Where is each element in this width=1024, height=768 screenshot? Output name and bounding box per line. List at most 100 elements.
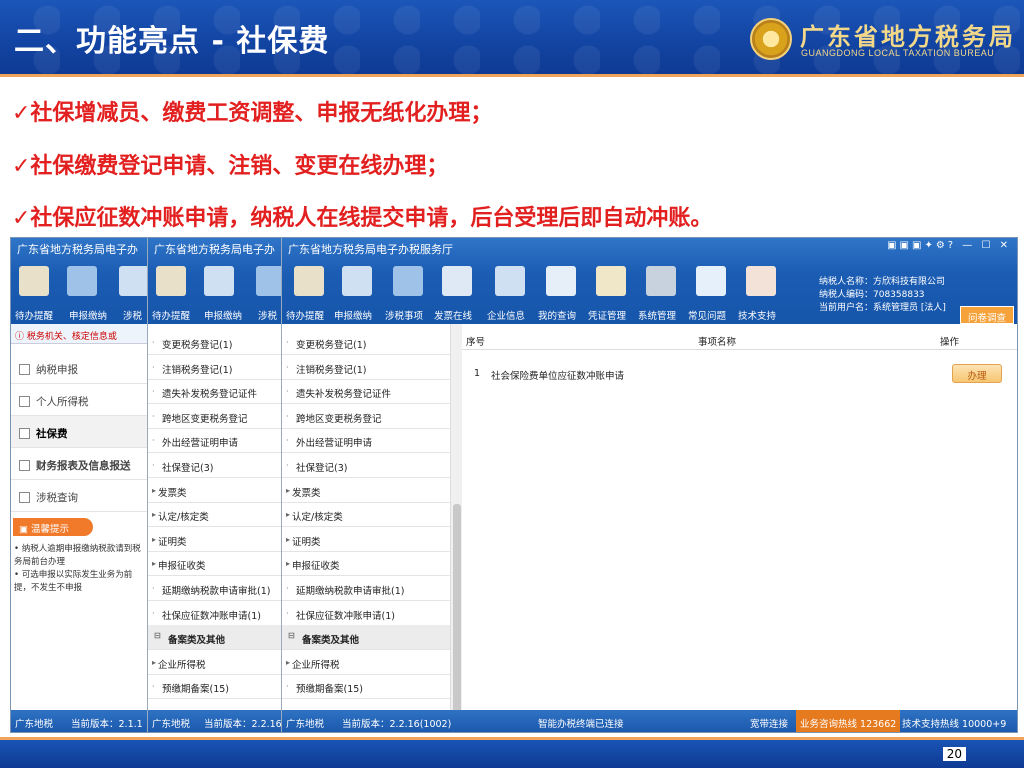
menu-item[interactable]: 申报征收类 ▸ (148, 551, 281, 577)
tool-invoice[interactable]: 发票在线 (434, 308, 472, 322)
statusbar-2: 广东地税 当前版本：2.2.16 (148, 710, 281, 732)
declare-icon[interactable] (204, 266, 234, 296)
menu-item-label: 社保登记(3) (296, 463, 348, 474)
table-header: 序号 事项名称 操作 (462, 330, 1017, 350)
menu-item[interactable]: 跨地区变更税务登记 · (148, 404, 281, 429)
menu-item[interactable]: 变更税务登记(1) · (282, 330, 450, 355)
taxpayer-code: 纳税人编码：708358833 (819, 290, 925, 300)
tip-1-text: 纳税人逾期申报缴纳税款请到税务局前台办理 (14, 544, 141, 567)
menu-item[interactable]: 注销税务登记(1) · (148, 355, 281, 380)
tool-tax-matter[interactable]: 涉税事项 (385, 308, 423, 322)
status-logo: 广东地税 (286, 719, 325, 730)
menu-item[interactable]: 遗失补发税务登记证件 · (282, 379, 450, 405)
table-row: 1 社会保险费单位应征数冲账申请 办理 (462, 362, 1017, 386)
tax-matter-icon[interactable] (256, 266, 281, 296)
page-number: 20 (942, 747, 966, 761)
todo-icon[interactable] (19, 266, 49, 296)
menu-item[interactable]: 预缴期备案(15) · (282, 674, 450, 700)
menu-item[interactable]: 备案类及其他 ⊟ (148, 625, 281, 651)
system-icon[interactable] (646, 266, 676, 296)
handle-button[interactable]: 办理 (952, 364, 1002, 383)
window-1: 广东省地方税务局电子办 待办提醒 申报缴纳 涉税 ⓘ 税务机关、核定信息或 纳税… (11, 238, 147, 732)
menu-item[interactable]: 外出经营证明申请 · (148, 428, 281, 454)
tool-my-query[interactable]: 我的查询 (538, 308, 576, 322)
todo-icon[interactable] (156, 266, 186, 296)
menu-item[interactable]: 遗失补发税务登记证件 · (148, 379, 281, 405)
tool-tax[interactable]: 涉税 (258, 308, 277, 322)
menu-item[interactable]: 社保登记(3) · (282, 453, 450, 478)
bullet-dot-icon: · (152, 461, 155, 470)
menu-item[interactable]: 社保应征数冲账申请(1) · (282, 601, 450, 626)
menu-item[interactable]: 认定/核定类 ▸ (282, 502, 450, 528)
tool-tax[interactable]: 涉税 (123, 308, 142, 322)
menu-item[interactable]: 备案类及其他 ⊟ (282, 625, 450, 651)
menu-item-label: 认定/核定类 (292, 512, 343, 524)
my-query-icon[interactable] (546, 266, 576, 296)
menu-item[interactable]: 社保应征数冲账申请(1) · (148, 601, 281, 626)
declare-icon[interactable] (67, 266, 97, 296)
bullet-dot-icon: · (286, 584, 289, 593)
collapse-icon: ⊟ (288, 631, 295, 641)
nav-personal-income[interactable]: 个人所得税 (11, 384, 147, 416)
tax-matter-icon[interactable] (119, 266, 147, 296)
menu-item-label: 企业所得税 (158, 659, 206, 671)
menu-item[interactable]: 发票类 ▸ (148, 478, 281, 503)
menu-item[interactable]: 认定/核定类 ▸ (148, 502, 281, 528)
bullet-dot-icon: · (286, 436, 289, 446)
declare-icon[interactable] (342, 266, 372, 296)
nav-tax-query[interactable]: 涉税查询 (11, 480, 147, 512)
menu-item[interactable]: 跨地区变更税务登记 · (282, 404, 450, 429)
menu-item[interactable]: 外出经营证明申请 · (282, 428, 450, 454)
tool-declare[interactable]: 申报缴纳 (334, 308, 372, 322)
nav-social-insurance[interactable]: 社保费 (11, 416, 147, 448)
tool-faq[interactable]: 常见问题 (688, 308, 726, 322)
taxpayer-info: 纳税人名称：方欣科技有限公司 纳税人编码：708358833 当前用户名：系统管… (819, 276, 946, 315)
menu-item[interactable]: 证明类 ▸ (282, 527, 450, 552)
menu-item[interactable]: 预缴期备案(15) · (148, 674, 281, 700)
menu-item-label: 遗失补发税务登记证件 (296, 389, 392, 401)
faq-icon[interactable] (696, 266, 726, 296)
menu-item-label: 发票类 (158, 487, 187, 499)
menu-item[interactable]: 社保登记(3) · (148, 453, 281, 478)
invoice-icon[interactable] (442, 266, 472, 296)
menu-item[interactable]: 变更税务登记(1) · (148, 330, 281, 355)
menu-item-label: 变更税务登记(1) (162, 340, 233, 351)
company-info-icon[interactable] (495, 266, 525, 296)
bullet-dot-icon: · (286, 411, 289, 421)
tool-declare[interactable]: 申报缴纳 (204, 308, 242, 322)
menu-item[interactable]: 注销税务登记(1) · (282, 355, 450, 380)
tool-voucher[interactable]: 凭证管理 (588, 308, 626, 322)
tool-todo[interactable]: 待办提醒 (15, 308, 53, 322)
menu-item[interactable]: 延期缴纳税款申请审批(1) · (282, 576, 450, 601)
tool-declare[interactable]: 申报缴纳 (69, 308, 107, 322)
menu-item[interactable]: 延期缴纳税款申请审批(1) · (148, 576, 281, 601)
tool-todo[interactable]: 待办提醒 (152, 308, 190, 322)
menu-item[interactable]: 证明类 ▸ (148, 527, 281, 552)
menu-item-label: 社保登记(3) (162, 463, 214, 474)
tool-todo[interactable]: 待办提醒 (286, 308, 324, 322)
menu-item[interactable]: 企业所得税 ▸ (148, 650, 281, 675)
tool-support[interactable]: 技术支持 (738, 308, 776, 322)
row-name: 社会保险费单位应征数冲账申请 (491, 371, 625, 382)
scroll-thumb[interactable] (453, 504, 461, 714)
menu-item[interactable]: 企业所得税 ▸ (282, 650, 450, 675)
menu-item[interactable]: 申报征收类 ▸ (282, 551, 450, 577)
window-1-title: 广东省地方税务局电子办 (17, 243, 138, 256)
menu-scrollbar[interactable] (450, 324, 462, 714)
support-icon[interactable] (746, 266, 776, 296)
tool-company-info[interactable]: 企业信息 (487, 308, 525, 322)
menu-item[interactable]: 发票类 ▸ (282, 478, 450, 503)
survey-button[interactable]: 问卷调查 (960, 306, 1014, 324)
todo-icon[interactable] (294, 266, 324, 296)
voucher-icon[interactable] (596, 266, 626, 296)
col-no: 序号 (466, 337, 486, 348)
nav-tax-declare[interactable]: 纳税申报 (11, 352, 147, 384)
window-controls[interactable]: ▣▣▣✦⚙? — ☐ ✕ (887, 240, 1011, 251)
tax-matter-icon[interactable] (393, 266, 423, 296)
tool-system[interactable]: 系统管理 (638, 308, 676, 322)
menu-item-label: 跨地区变更税务登记 (296, 413, 382, 425)
menu-item-label: 证明类 (292, 536, 321, 548)
nav-financial-report[interactable]: 财务报表及信息报送 (11, 448, 147, 480)
menu-item-label: 变更税务登记(1) (296, 340, 367, 351)
bullet-dot-icon: · (152, 584, 155, 593)
